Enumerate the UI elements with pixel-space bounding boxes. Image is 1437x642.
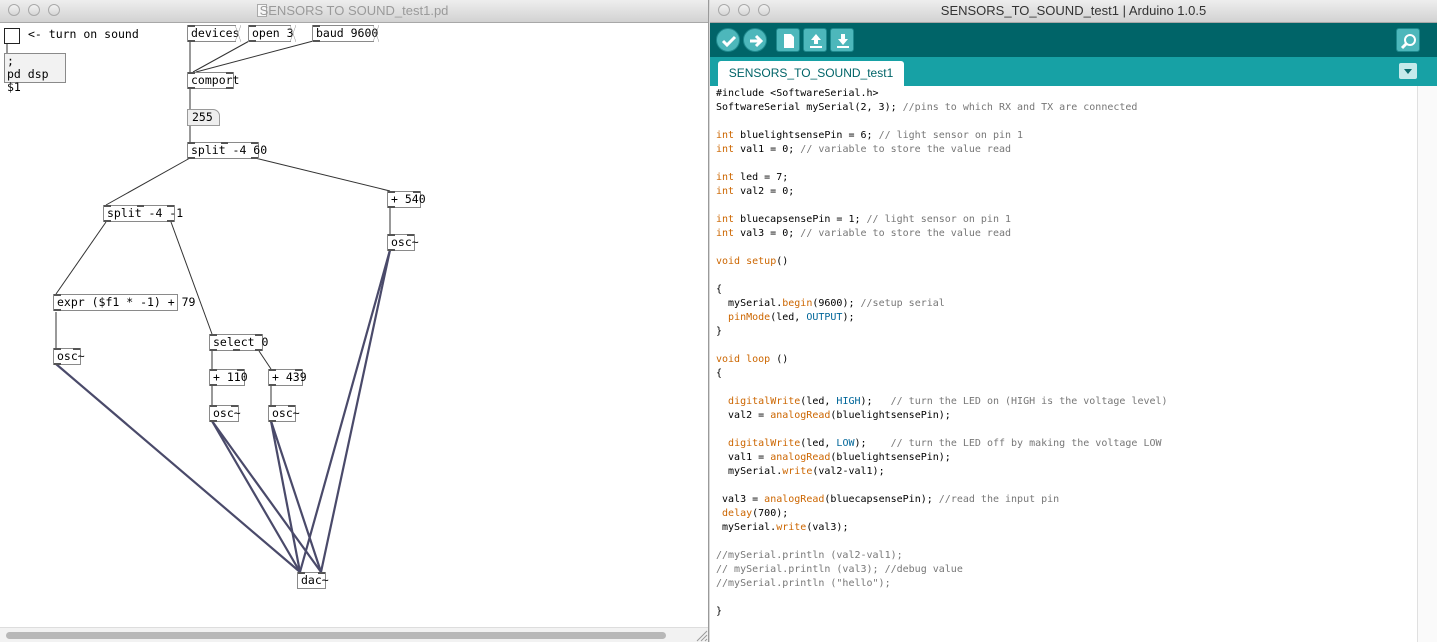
code-line: //mySerial.println ("hello"); [716,578,891,589]
signal-wire [298,249,392,573]
code-line: ​ [716,115,1168,129]
signal-wire [211,420,301,573]
verify-icon[interactable] [716,28,740,52]
dsp-message-line: pd dsp $1 [7,67,49,94]
arduino-titlebar[interactable]: SENSORS_TO_SOUND_test1 | Arduino 1.0.5 [710,0,1437,23]
toggle-comment: <- turn on sound [28,27,139,41]
code-line: void setup() [716,256,789,267]
code-line: } [716,326,723,337]
save-icon[interactable] [830,28,854,52]
code-line: // mySerial.println (val3); //debug valu… [716,564,963,575]
serial-monitor-icon[interactable] [1396,28,1420,52]
plus-540-object[interactable]: + 540 [387,191,426,208]
code-line: digitalWrite(led, LOW); // turn the LED … [728,438,1162,449]
code-line: ​ [716,535,1168,549]
pd-canvas[interactable]: <- turn on sound ; pd dsp $1 devices ope… [0,23,708,628]
select-object[interactable]: select 0 [209,334,268,351]
code-line: ​ [716,339,1168,353]
code-line: { [716,368,723,379]
osc-object-right[interactable]: osc~ [387,234,419,251]
new-icon[interactable] [776,28,800,52]
code-line: val1 = analogRead(bluelightsensePin); [716,452,951,463]
number-box[interactable]: 255 [187,109,220,126]
osc-object-mid1[interactable]: osc~ [209,405,241,422]
code-line: mySerial.write(val2-val1); [716,466,885,477]
pd-patch-window: SENSORS TO SOUND_test1.pd <- turn on sou… [0,0,709,642]
code-line: int val3 = 0; // variable to store the v… [716,228,1012,239]
chevron-down-icon [1404,69,1412,74]
editor-vertical-scrollbar[interactable] [1417,86,1437,642]
code-line: mySerial.begin(9600); //setup serial [716,298,945,309]
devices-message[interactable]: devices [187,25,241,42]
dsp-message-box[interactable]: ; pd dsp $1 [4,53,66,94]
comport-object[interactable]: comport [187,72,239,89]
code-editor[interactable]: #include <SoftwareSerial.h> SoftwareSeria… [710,86,1418,642]
upload-icon[interactable] [743,28,767,52]
expr-object[interactable]: expr ($f1 * -1) + 79 [53,294,195,311]
pd-window-title: SENSORS TO SOUND_test1.pd [259,3,449,18]
code-line: ​ [716,269,1168,283]
code-line: int bluelightsensePin = 6; // light sens… [716,130,1024,141]
tab-menu-button[interactable] [1399,63,1417,79]
control-wire [105,157,191,206]
plus-439-object[interactable]: + 439 [268,369,307,386]
open-icon[interactable] [803,28,827,52]
code-line: ​ [716,199,1168,213]
code-line: delay(700); [722,508,789,519]
open-message[interactable]: open 3 [248,25,296,42]
code-line: int val2 = 0; [716,186,795,197]
signal-wire [55,363,301,573]
control-wire [170,221,213,335]
osc-object-left[interactable]: osc~ [53,348,85,365]
pd-titlebar[interactable]: SENSORS TO SOUND_test1.pd [0,0,708,23]
control-wire [258,350,272,370]
split-object-left[interactable]: split -4 -1 [103,205,183,222]
code-line: ​ [716,241,1168,255]
code-line: ​ [716,591,1168,605]
baud-message[interactable]: baud 9600 [312,25,379,42]
pd-scrollbar-thumb[interactable] [6,632,666,639]
tab-sketch[interactable]: SENSORS_TO_SOUND_test1 [718,61,904,86]
code-line: SoftwareSerial mySerial(2, 3); //pins to… [716,102,1138,113]
code-line: val2 = analogRead(bluelightsensePin); [716,410,951,421]
plus-110-object[interactable]: + 110 [209,369,248,386]
arduino-tabbar: SENSORS_TO_SOUND_test1 [710,57,1437,86]
arduino-toolbar [710,23,1437,57]
split-object-main[interactable]: split -4 60 [187,142,267,159]
code-line: ​ [716,157,1168,171]
dac-object[interactable]: dac~ [297,572,329,589]
arduino-window-title: SENSORS_TO_SOUND_test1 | Arduino 1.0.5 [940,3,1207,18]
code-line: void loop () [716,354,789,365]
code-line: ​ [716,381,1168,395]
resize-grip-icon[interactable] [694,628,708,642]
code-line: digitalWrite(led, HIGH); // turn the LED… [728,396,1168,407]
code-line: pinMode(led, OUTPUT); [728,312,855,323]
osc-object-mid2[interactable]: osc~ [268,405,300,422]
control-wire [192,39,252,73]
control-wire [195,39,318,73]
code-line: } [716,606,723,617]
code-line: //mySerial.println (val2-val1); [716,550,903,561]
pd-horizontal-scrollbar[interactable] [0,627,708,642]
code-line: ​ [716,479,1168,493]
pd-connections [6,39,392,573]
code-line: mySerial.write(val3); [716,522,849,533]
code-line: int val1 = 0; // variable to store the v… [716,144,1012,155]
code-line: #include <SoftwareSerial.h> [716,88,879,99]
code-line: val3 = analogRead(bluecapsensePin); //re… [716,494,1060,505]
code-line: ​ [716,423,1168,437]
dsp-toggle[interactable] [4,28,20,44]
signal-wire [319,249,392,573]
control-wire [254,157,391,192]
code-line: { [716,284,723,295]
code-line: int bluecapsensePin = 1; // light sensor… [716,214,1012,225]
code-line: int led = 7; [716,172,789,183]
signal-wire [211,420,322,573]
arduino-ide-window: SENSORS_TO_SOUND_test1 | Arduino 1.0.5 S… [710,0,1437,642]
code-text[interactable]: #include <SoftwareSerial.h> SoftwareSeria… [716,87,1168,619]
control-wire [55,221,107,295]
